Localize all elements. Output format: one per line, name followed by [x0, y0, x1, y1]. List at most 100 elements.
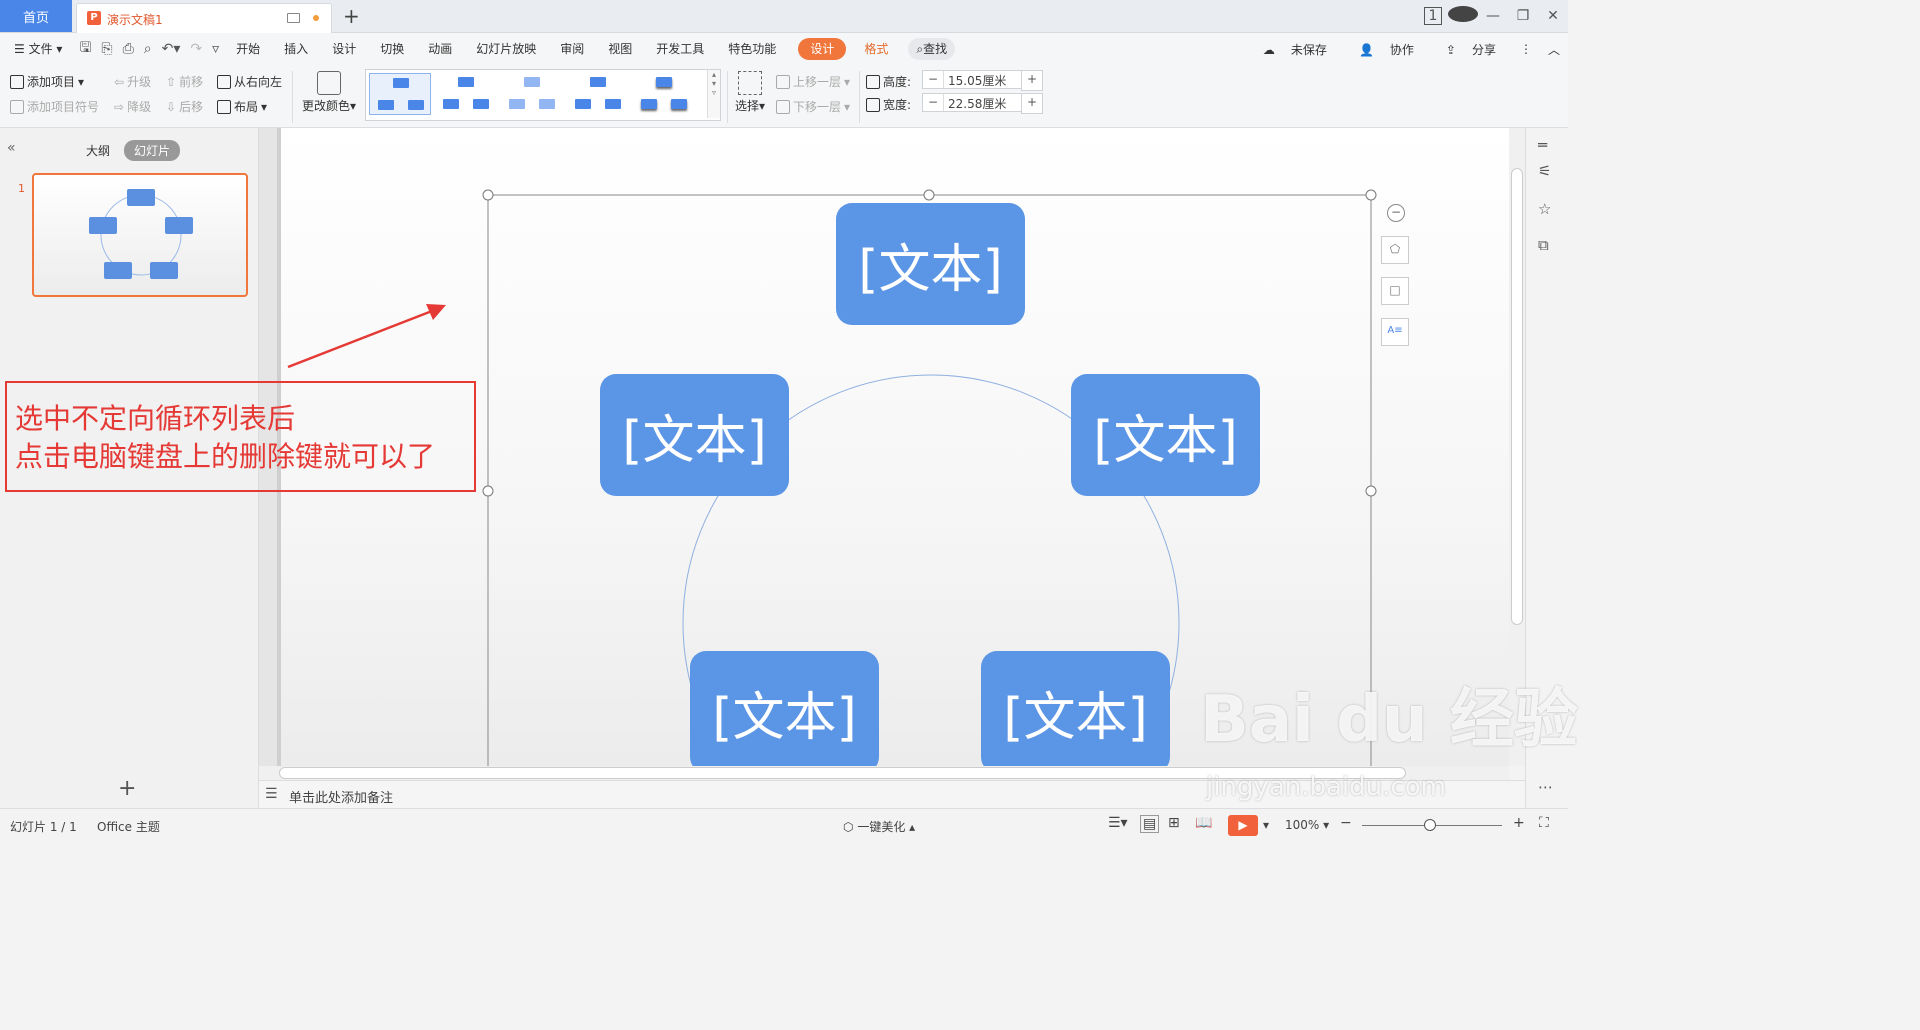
more-icon[interactable]: ⋮	[1512, 42, 1540, 56]
play-options-icon[interactable]: ▾	[1263, 818, 1269, 832]
ribbon-divider	[727, 71, 728, 123]
gallery-scroll[interactable]: ▴ ▾ ▿	[707, 70, 720, 118]
animation-icon[interactable]: ☆	[1538, 200, 1551, 218]
status-bar: 幻灯片 1 / 1 Office 主题 ⬡ 一键美化 ▴ ☰▾ ▤ ⊞ 📖 ▶ …	[0, 808, 1568, 842]
reading-view-icon[interactable]: 📖	[1195, 815, 1212, 831]
unsaved-button[interactable]: ☁ 未保存	[1247, 41, 1343, 58]
add-bullet-button[interactable]: 添加项目符号	[10, 98, 99, 115]
transition-icon[interactable]: ⧉	[1538, 236, 1549, 254]
add-item-button[interactable]: 添加项目 ▾	[10, 73, 84, 90]
avatar[interactable]	[1448, 6, 1478, 26]
smartart-node-bottom-right[interactable]: [文本]	[981, 651, 1170, 766]
tab-slides[interactable]: 幻灯片	[124, 140, 181, 161]
tab-slideshow[interactable]: 幻灯片放映	[464, 33, 548, 65]
tab-developer[interactable]: 开发工具	[644, 33, 716, 65]
unsaved-dot-icon	[313, 15, 319, 21]
add-slide-button[interactable]: +	[118, 776, 136, 801]
page-count-badge[interactable]: 1	[1418, 7, 1448, 25]
style-option-2[interactable]	[435, 73, 497, 115]
style-option-1[interactable]	[369, 73, 431, 115]
slide-thumbnail[interactable]	[32, 173, 248, 297]
tab-view[interactable]: 视图	[596, 33, 644, 65]
shape-style-icon[interactable]: ⬠	[1381, 236, 1409, 264]
demote-icon: ⇨	[114, 99, 125, 114]
zoom-level[interactable]: 100% ▾	[1285, 818, 1329, 832]
more-quick-access-icon[interactable]: ▿	[207, 41, 224, 57]
change-color-button[interactable]: 更改颜色▾	[302, 71, 356, 114]
node-text: [文本]	[712, 687, 857, 748]
smartart-node-top[interactable]: [文本]	[836, 203, 1025, 325]
select-button[interactable]: 选择▾	[735, 71, 765, 114]
tab-insert[interactable]: 插入	[272, 33, 320, 65]
collapse-ribbon-icon[interactable]: ︿	[1540, 41, 1568, 58]
add-tab-button[interactable]: +	[343, 4, 360, 28]
share-icon: ⇪	[1445, 42, 1456, 57]
zoom-value: 100%	[1285, 818, 1320, 832]
save-icon[interactable]: 🖫	[74, 37, 96, 61]
height-decrease-button[interactable]: −	[923, 71, 944, 88]
export-icon[interactable]: ⎘	[96, 41, 117, 57]
right-to-left-button[interactable]: 从右向左	[217, 73, 282, 90]
smartart-node-left[interactable]: [文本]	[600, 374, 789, 496]
height-increase-button[interactable]: +	[1021, 70, 1043, 91]
zoom-in-button[interactable]: +	[1513, 815, 1525, 831]
tab-start[interactable]: 开始	[224, 33, 272, 65]
zoom-slider-knob[interactable]	[1424, 819, 1436, 831]
demote-button[interactable]: ⇨ 降级	[114, 98, 151, 115]
width-increase-button[interactable]: +	[1021, 93, 1043, 114]
height-input[interactable]: − 15.05厘米 +	[922, 70, 1043, 91]
width-decrease-button[interactable]: −	[923, 94, 944, 111]
restore-icon[interactable]: ❐	[1508, 8, 1538, 24]
screen-icon[interactable]	[287, 13, 300, 23]
share-button[interactable]: ⇪ 分享	[1430, 41, 1512, 58]
style-option-3[interactable]	[501, 73, 563, 115]
theme-name[interactable]: Office 主题	[97, 818, 160, 835]
print-icon[interactable]: ⎙	[118, 41, 139, 57]
more-options-icon[interactable]: ⋯	[1538, 778, 1553, 796]
bring-forward-button[interactable]: 上移一层 ▾	[776, 73, 850, 90]
vertical-scroll-thumb[interactable]	[1511, 168, 1523, 625]
tab-design[interactable]: 设计	[320, 33, 368, 65]
tab-animation[interactable]: 动画	[416, 33, 464, 65]
tab-outline[interactable]: 大纲	[86, 142, 110, 159]
tab-smartart-design[interactable]: 设计	[798, 38, 847, 60]
close-icon[interactable]: ✕	[1538, 8, 1568, 24]
redo-icon[interactable]: ↷	[185, 41, 207, 57]
zoom-out-button[interactable]: −	[1340, 815, 1352, 831]
tab-special[interactable]: 特色功能	[716, 33, 788, 65]
smartart-node-bottom-left[interactable]: [文本]	[690, 651, 879, 766]
tab-home[interactable]: 首页	[0, 0, 72, 32]
promote-button[interactable]: ⇦ 升级	[114, 73, 151, 90]
smartart-node-right[interactable]: [文本]	[1071, 374, 1260, 496]
tab-transition[interactable]: 切换	[368, 33, 416, 65]
minimize-icon[interactable]: —	[1478, 8, 1508, 24]
file-menu[interactable]: ☰ 文件 ▾	[0, 33, 74, 65]
zoom-out-icon[interactable]: −	[1387, 204, 1405, 222]
properties-icon[interactable]: ⚟	[1538, 162, 1551, 180]
tab-review[interactable]: 审阅	[548, 33, 596, 65]
normal-view-icon[interactable]: ▤	[1140, 815, 1160, 833]
tab-format[interactable]: 格式	[852, 33, 900, 65]
fit-window-icon[interactable]: ⛶	[1539, 815, 1549, 831]
print-preview-icon[interactable]: ⌕	[139, 41, 157, 57]
move-up-button[interactable]: ⇧ 前移	[166, 73, 203, 90]
undo-icon[interactable]: ↶▾	[157, 41, 186, 57]
style-option-5[interactable]	[633, 73, 695, 115]
slide-sorter-icon[interactable]: ⊞	[1168, 815, 1180, 831]
tab-document[interactable]: P 演示文稿1	[76, 3, 332, 33]
style-option-4[interactable]	[567, 73, 629, 115]
collapse-panel-icon[interactable]: «	[7, 140, 16, 156]
width-input[interactable]: − 22.58厘米 +	[922, 93, 1043, 114]
text-style-icon[interactable]: A≡	[1381, 318, 1409, 346]
drag-handle-icon[interactable]: ═	[1538, 136, 1547, 154]
outline-icon[interactable]: □	[1381, 277, 1409, 305]
collab-button[interactable]: 👤 协作	[1343, 41, 1430, 58]
play-slideshow-button[interactable]: ▶	[1228, 815, 1258, 836]
node-text: [文本]	[858, 239, 1003, 300]
beautify-button[interactable]: ⬡ 一键美化 ▴	[843, 818, 915, 835]
send-backward-button[interactable]: 下移一层 ▾	[776, 98, 850, 115]
notes-toggle-icon[interactable]: ☰▾	[1108, 815, 1128, 831]
layout-button[interactable]: 布局 ▾	[217, 98, 267, 115]
move-down-button[interactable]: ⇩ 后移	[166, 98, 203, 115]
search-button[interactable]: ⌕查找	[908, 38, 956, 60]
